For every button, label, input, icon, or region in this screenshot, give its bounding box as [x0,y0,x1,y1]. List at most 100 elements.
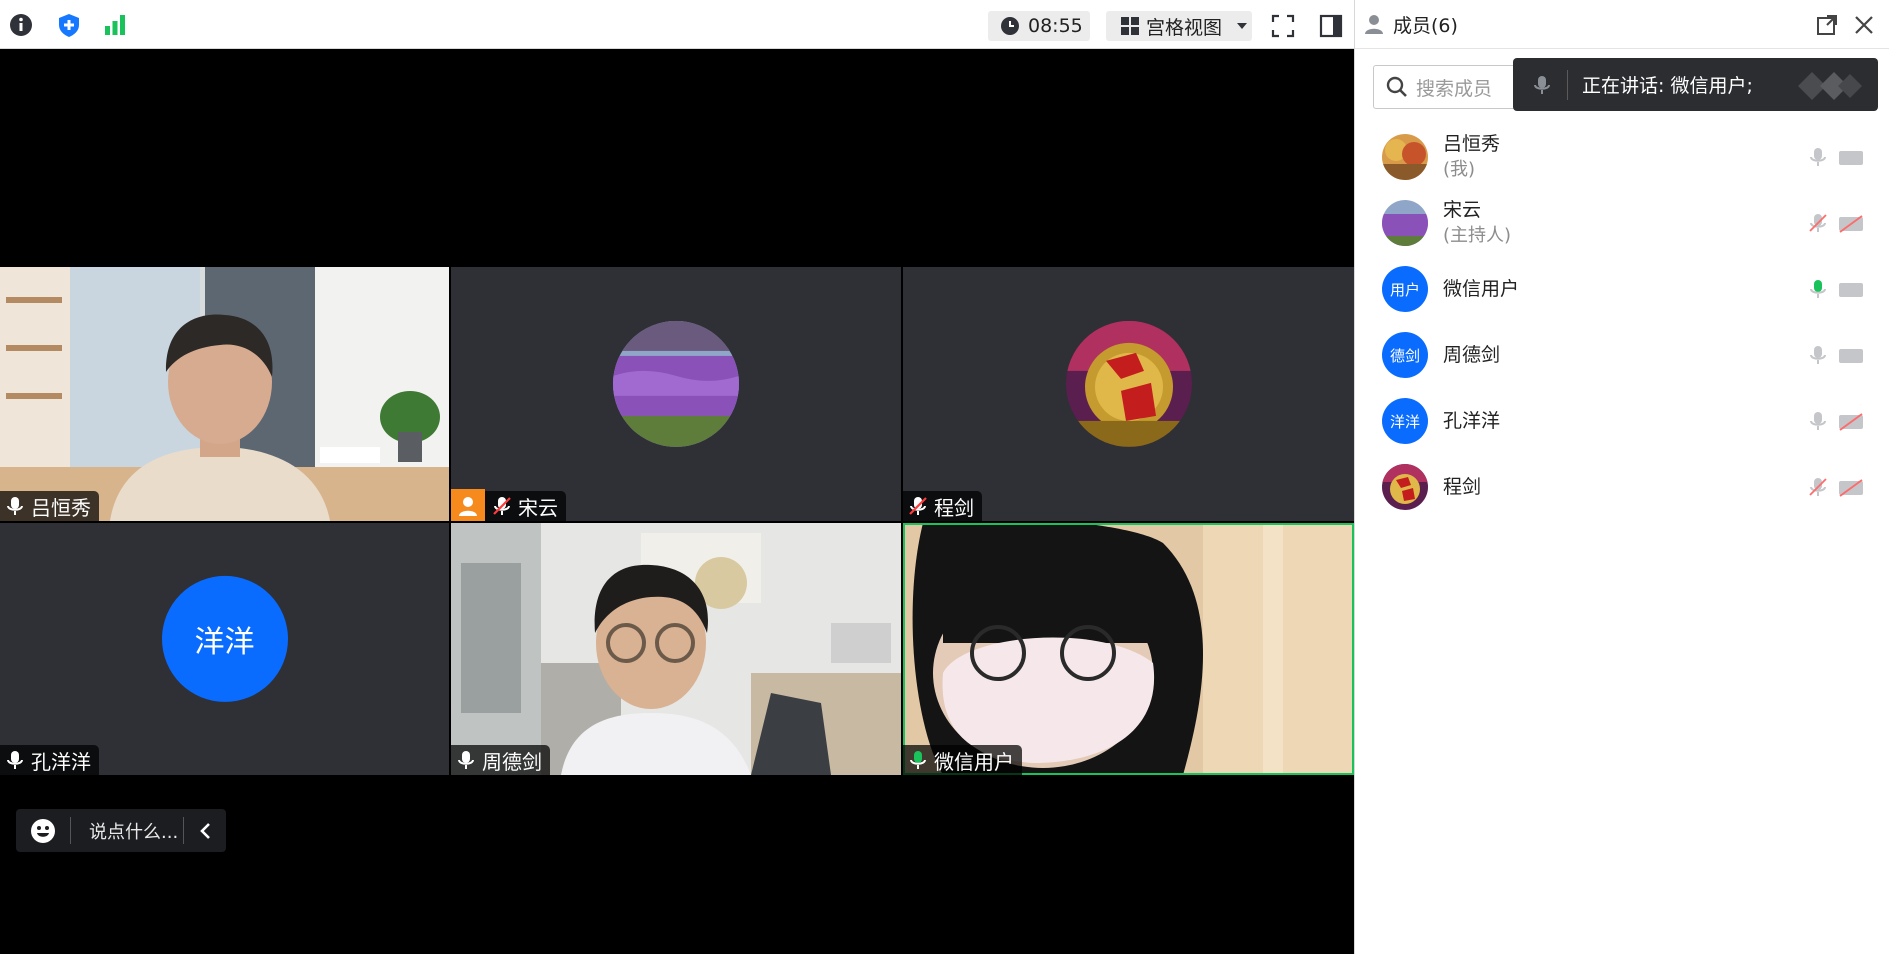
member-mic-on-icon[interactable] [1807,146,1829,168]
mic-on-icon [458,751,474,769]
video-tile-wechat-user[interactable]: 微信用户 [903,523,1354,775]
member-camera-off-icon[interactable] [1838,479,1864,497]
tile-participant-name: 微信用户 [934,749,1014,774]
mic-muted-icon [493,497,511,515]
member-row[interactable]: 用户 微信用户 [1382,259,1889,319]
participant-video-office [451,523,901,775]
member-text-avatar: 洋洋 [1382,398,1428,444]
caret-down-icon [1236,21,1248,31]
meeting-window: 08:55 宫格视图 吕恒秀 宋云 程剑 洋洋 孔洋洋 周德剑 微信用户 说点什… [0,0,1889,954]
fullscreen-button[interactable] [1268,11,1298,41]
member-camera-on-icon[interactable] [1838,149,1864,167]
view-mode-label: 宫格视图 [1146,16,1223,39]
member-role: (我) [1443,159,1476,180]
toggle-side-panel-button[interactable] [1316,11,1346,41]
security-shield-icon[interactable] [56,12,82,38]
member-names: 程剑 [1443,475,1481,500]
tile-name-bar: 吕恒秀 [0,491,99,521]
member-names: 周德剑 [1443,343,1500,368]
popout-panel-button[interactable] [1816,14,1838,36]
member-camera-off-icon[interactable] [1838,413,1864,431]
participant-text-avatar: 洋洋 [161,575,288,702]
member-camera-on-icon[interactable] [1838,281,1864,299]
member-mic-on-icon[interactable] [1807,344,1829,366]
member-mic-muted-icon[interactable] [1807,476,1829,498]
member-name: 周德剑 [1443,343,1501,366]
popout-icon [1817,15,1837,35]
red-gold-emblem-avatar-image [1382,464,1428,510]
speaking-mic-icon [1531,74,1553,96]
video-tile-zhou[interactable]: 周德剑 [451,523,901,775]
tile-name-bar: 孔洋洋 [0,745,99,775]
member-names: 吕恒秀 (我) [1443,132,1500,182]
tile-name-bar: 微信用户 [903,745,1022,775]
search-placeholder: 搜索成员 [1416,77,1493,100]
red-gold-emblem-avatar-image [1065,320,1192,447]
member-name: 程剑 [1443,475,1482,498]
members-person-icon [1363,13,1385,35]
close-panel-button[interactable] [1853,14,1875,36]
member-names: 微信用户 [1443,277,1519,302]
member-mic-speaking-icon[interactable] [1807,278,1829,300]
tile-participant-name: 周德剑 [482,749,542,774]
host-person-icon [459,497,477,516]
member-camera-off-icon[interactable] [1838,215,1864,233]
member-names: 孔洋洋 [1443,409,1500,434]
tile-participant-name: 吕恒秀 [31,495,91,520]
video-tile-kong[interactable]: 洋洋 孔洋洋 [0,523,449,775]
member-avatar [1382,134,1428,180]
side-panel-icon [1319,14,1343,38]
chat-input-placeholder[interactable]: 说点什么... [71,818,183,844]
speaking-indicator: 正在讲话: 微信用户; [1513,58,1878,111]
collapse-chat-button[interactable] [184,822,226,840]
grid-view-icon [1120,16,1140,36]
members-title: 成员(6) [1393,14,1458,37]
lavender-field-avatar-image [613,320,739,447]
close-icon [1855,16,1873,34]
mic-on-icon [7,497,23,515]
video-tile-cheng[interactable]: 程剑 [903,267,1354,521]
member-names: 宋云 (主持人) [1443,198,1511,248]
network-signal-icon[interactable] [102,12,128,38]
member-row[interactable]: 宋云 (主持人) [1382,193,1889,253]
fullscreen-icon [1271,14,1295,38]
member-name: 微信用户 [1443,277,1520,300]
mic-muted-icon [909,497,927,515]
info-icon[interactable] [8,12,34,38]
member-text-avatar: 用户 [1382,266,1428,312]
app-watermark-icon [1794,68,1864,102]
timer-text: 08:55 [1028,15,1083,37]
member-row[interactable]: 程剑 [1382,457,1889,517]
mic-speaking-icon [910,751,926,769]
speaking-divider [1567,69,1568,100]
video-tile-song[interactable]: 宋云 [451,267,901,521]
member-row[interactable]: 洋洋 孔洋洋 [1382,391,1889,451]
host-badge [451,489,485,521]
member-row[interactable]: 德剑 周德剑 [1382,325,1889,385]
member-mic-muted-icon[interactable] [1807,212,1829,234]
member-avatar [1382,200,1428,246]
chat-input-bar: 说点什么... [16,809,226,852]
tile-name-bar: 周德剑 [451,745,550,775]
member-name: 吕恒秀 [1443,133,1501,155]
speaking-text: 正在讲话: 微信用户; [1582,75,1753,97]
top-toolbar: 08:55 宫格视图 [0,0,1354,49]
participant-video-room [0,267,449,521]
participant-avatar [613,320,739,447]
tile-participant-name: 程剑 [934,495,974,520]
members-panel-header: 成员(6) [1355,0,1889,49]
member-camera-on-icon[interactable] [1838,347,1864,365]
chevron-left-icon [200,822,210,839]
member-search-input[interactable]: 搜索成员 [1373,65,1533,109]
member-row[interactable]: 吕恒秀 (我) [1382,127,1889,187]
tile-name-bar: 宋云 [451,489,566,521]
video-tile-lv[interactable]: 吕恒秀 [0,267,449,521]
member-role: (主持人) [1443,225,1512,246]
emoji-button[interactable] [16,818,70,844]
view-mode-select[interactable]: 宫格视图 [1106,11,1252,41]
member-name: 宋云 [1443,199,1482,221]
member-mic-on-icon[interactable] [1807,410,1829,432]
member-avatar [1382,464,1428,510]
autumn-leaves-avatar-image [1382,134,1428,180]
clock-icon [1000,16,1020,36]
